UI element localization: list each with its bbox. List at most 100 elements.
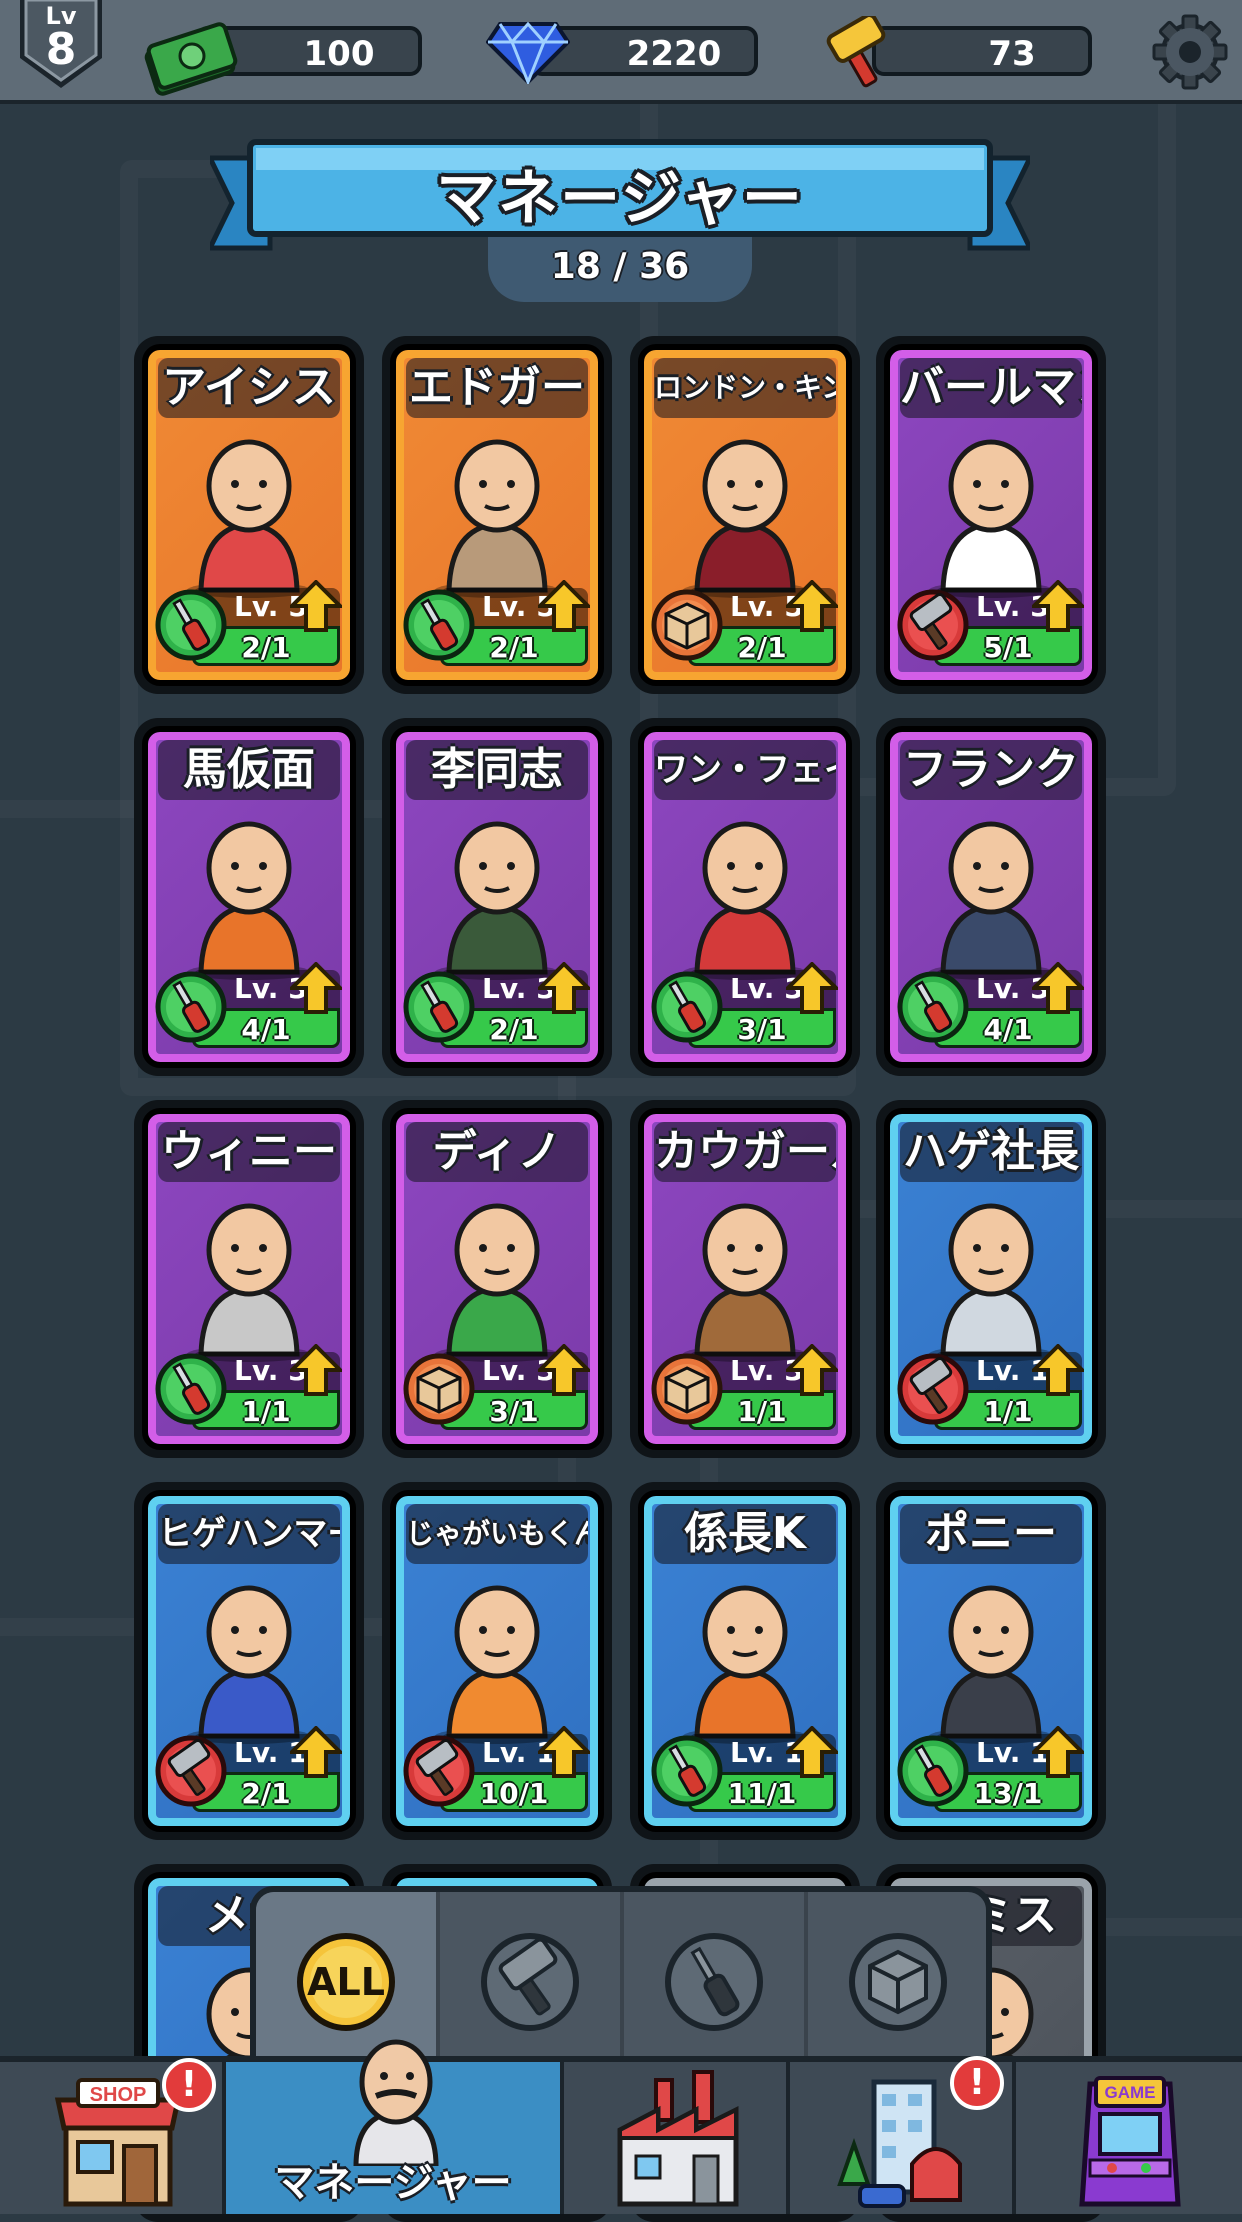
upgrade-arrow-icon[interactable] [290,962,342,1014]
upgrade-arrow-icon[interactable] [786,1726,838,1778]
card-face: ヒゲハンマーLv. 12/1 [142,1490,356,1832]
card-face: 馬仮面 Lv. 3 4/1 [142,726,356,1068]
upgrade-arrow-icon[interactable] [290,580,342,632]
manager-portrait [435,1203,559,1362]
upgrade-arrow-icon[interactable] [290,1726,342,1778]
manager-portrait [929,439,1053,598]
manager-card[interactable]: 係長K Lv. 1 11/1 [630,1482,860,1840]
card-face: ロンドン・キングLv. 52/1 [638,344,852,686]
upgrade-arrow-icon[interactable] [538,962,590,1014]
manager-card[interactable]: ウィニー Lv. 3 1/1 [134,1100,364,1458]
card-stats: Lv. 1 11/1 [651,1726,838,1816]
card-count: 3/1 [489,1395,539,1428]
card-count: 2/1 [241,1777,291,1810]
nav-shop[interactable]: SHOP ! [0,2058,226,2214]
manager-portrait [435,439,559,598]
nav-city[interactable]: ! [790,2056,1016,2214]
card-stats: Lv. 1 10/1 [403,1726,590,1816]
bottom-navigation: SHOP ! マネージャー ! GAME [0,2039,1242,2214]
manager-card[interactable]: エドガー Lv. 5 2/1 [382,336,612,694]
manager-card[interactable]: ポニー Lv. 1 13/1 [876,1482,1106,1840]
hammer-icon [897,1353,969,1425]
card-count: 1/1 [737,1395,787,1428]
upgrade-arrow-icon[interactable] [786,1344,838,1396]
nav-arcade[interactable]: GAME [1016,2062,1242,2214]
screwdriver-icon [651,1735,723,1807]
manager-portrait [683,439,807,598]
arcade-icon: GAME [1079,2076,1181,2207]
card-face: バールマンLv. 35/1 [884,344,1098,686]
screwdriver-icon [403,589,475,661]
upgrade-arrow-icon[interactable] [1032,962,1084,1014]
svg-text:SHOP: SHOP [90,2084,147,2106]
card-face: じゃがいもくん Lv. 1 10/1 [390,1490,604,1832]
upgrade-arrow-icon[interactable] [786,580,838,632]
nav-managers-label: マネージャー [274,2160,512,2206]
card-stats: Lv. 1 2/1 [155,1726,342,1816]
manager-portrait [435,821,559,980]
upgrade-arrow-icon[interactable] [538,1344,590,1396]
card-count: 2/1 [489,631,539,664]
manager-portrait [187,439,311,598]
manager-portrait [187,1203,311,1362]
manager-card[interactable]: ロンドン・キングLv. 52/1 [630,336,860,694]
card-stats: Lv. 3 1/1 [651,1344,838,1434]
manager-portrait [929,1585,1053,1744]
screwdriver-icon [665,1933,763,2031]
card-stats: Lv. 1 1/1 [897,1344,1084,1434]
manager-card[interactable]: ディノ Lv. 3 3/1 [382,1100,612,1458]
screwdriver-icon [155,971,227,1043]
card-face: カウガールLv. 31/1 [638,1108,852,1450]
upgrade-arrow-icon[interactable] [290,1344,342,1396]
manager-portrait [683,1585,807,1744]
filter-all-label: ALL [307,1960,385,2004]
manager-card[interactable]: ワン・フェイLv. 33/1 [630,718,860,1076]
manager-card[interactable]: ハゲ社長 Lv. 1 1/1 [876,1100,1106,1458]
manager-card[interactable]: 馬仮面 Lv. 3 4/1 [134,718,364,1076]
card-stats: Lv. 3 1/1 [155,1344,342,1434]
svg-text:GAME: GAME [1105,2083,1156,2102]
manager-card[interactable]: カウガールLv. 31/1 [630,1100,860,1458]
nav-factory[interactable] [564,2062,790,2214]
card-count: 4/1 [983,1013,1033,1046]
city-notification-badge: ! [950,2056,1004,2110]
upgrade-arrow-icon[interactable] [538,580,590,632]
upgrade-arrow-icon[interactable] [786,962,838,1014]
hammer-icon [155,1735,227,1807]
upgrade-arrow-icon[interactable] [1032,1726,1084,1778]
card-face: 李同志 Lv. 3 2/1 [390,726,604,1068]
manager-card[interactable]: ヒゲハンマーLv. 12/1 [134,1482,364,1840]
upgrade-arrow-icon[interactable] [1032,580,1084,632]
manager-card[interactable]: フランク Lv. 3 4/1 [876,718,1106,1076]
manager-card[interactable]: じゃがいもくん Lv. 1 10/1 [382,1482,612,1840]
manager-card[interactable]: バールマンLv. 35/1 [876,336,1106,694]
card-stats: Lv. 3 5/1 [897,580,1084,670]
card-face: ディノ Lv. 3 3/1 [390,1108,604,1450]
card-count: 5/1 [983,631,1033,664]
card-count: 2/1 [737,631,787,664]
manager-card-grid: アイシスLv. 52/1エドガーLv. 52/1ロンドン・キングLv. 52/1… [0,0,1242,2222]
hammer-icon [481,1933,579,2031]
card-count: 1/1 [983,1395,1033,1428]
card-count: 10/1 [479,1777,549,1810]
manager-card[interactable]: 李同志 Lv. 3 2/1 [382,718,612,1076]
manager-portrait [187,821,311,980]
box-icon [651,589,723,661]
card-count: 2/1 [241,631,291,664]
screwdriver-icon [403,971,475,1043]
manager-portrait [187,1585,311,1744]
card-face: ウィニー Lv. 3 1/1 [142,1108,356,1450]
nav-managers[interactable]: マネージャー [226,2039,564,2214]
hammer-icon [403,1735,475,1807]
box-icon [651,1353,723,1425]
card-count: 4/1 [241,1013,291,1046]
upgrade-arrow-icon[interactable] [1032,1344,1084,1396]
card-stats: Lv. 3 3/1 [403,1344,590,1434]
box-icon [849,1933,947,2031]
screwdriver-icon [155,1353,227,1425]
manager-card[interactable]: アイシス Lv. 5 2/1 [134,336,364,694]
manager-portrait [435,1585,559,1744]
factory-icon [617,2070,739,2207]
card-face: エドガー Lv. 5 2/1 [390,344,604,686]
upgrade-arrow-icon[interactable] [538,1726,590,1778]
